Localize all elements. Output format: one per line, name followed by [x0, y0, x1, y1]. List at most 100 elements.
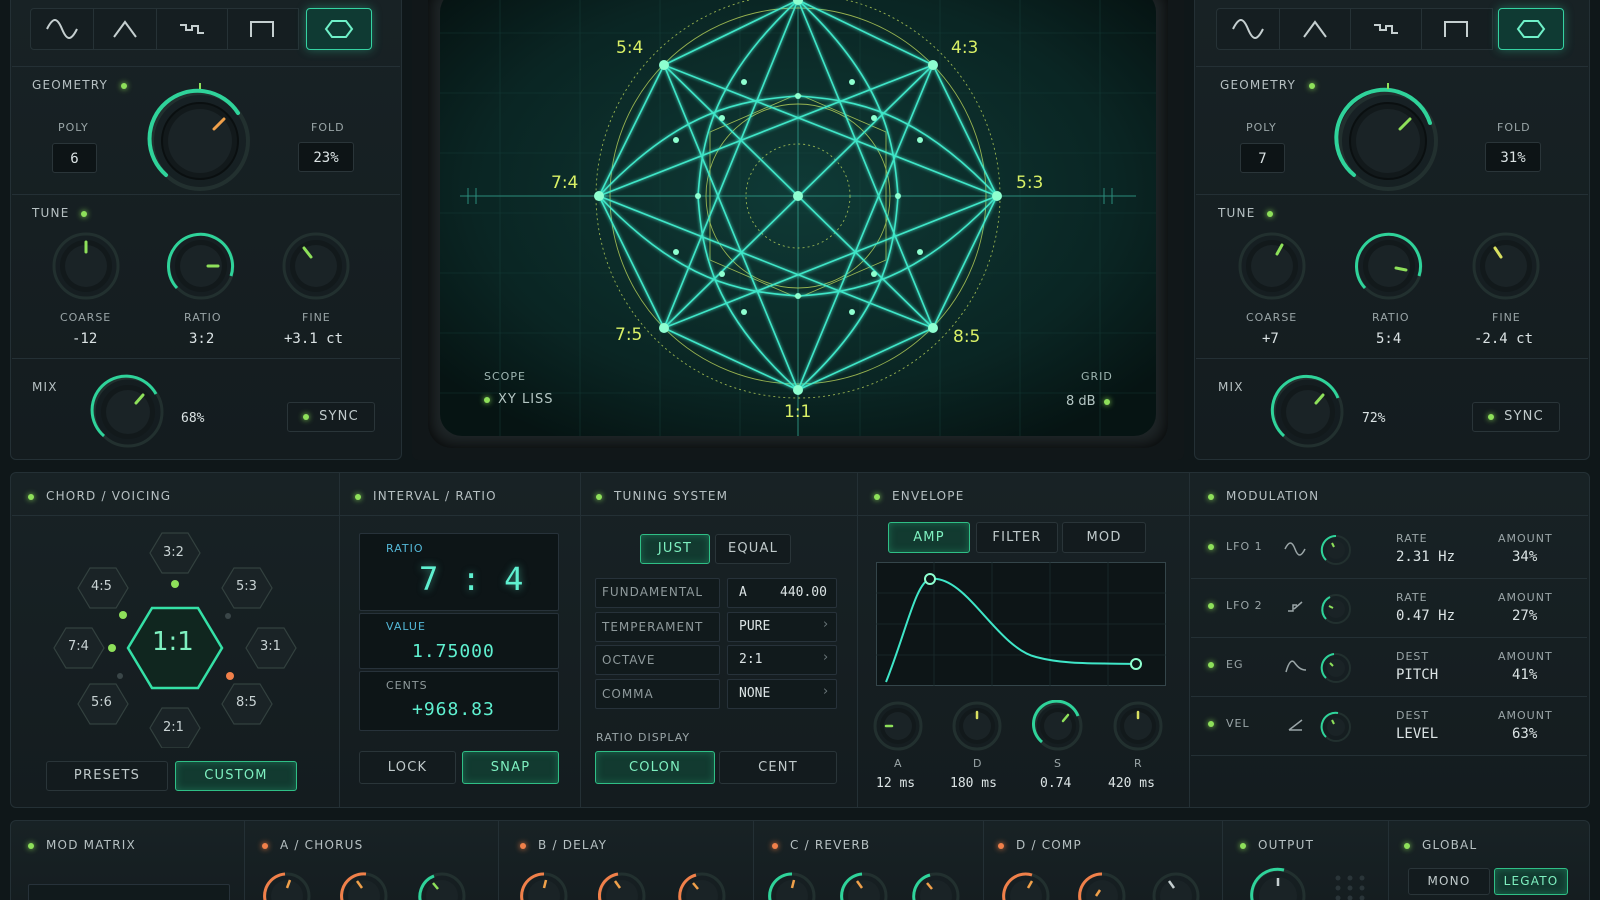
right-poly-value[interactable]: 7 — [1240, 143, 1285, 173]
interval-value-label: VALUE — [386, 620, 426, 633]
chord-hex-8-5[interactable]: 8:5 — [236, 695, 257, 710]
left-wave-sine-button[interactable] — [30, 8, 94, 50]
chord-hex-4-5[interactable]: 4:5 — [91, 579, 112, 594]
chord-hex-7-4[interactable]: 7:4 — [68, 639, 89, 654]
delay-knob-1[interactable] — [520, 870, 568, 900]
mod-eg-knob[interactable] — [1320, 652, 1352, 684]
tuning-equal-button[interactable]: EQUAL — [715, 534, 791, 564]
right-wave-hexagon-button[interactable] — [1498, 8, 1564, 50]
mod-row-divider-2 — [1191, 637, 1587, 638]
right-wave-step-button[interactable] — [1350, 8, 1422, 50]
ratio-display-cent-button[interactable]: CENT — [719, 751, 837, 784]
mod-lfo2-knob[interactable] — [1320, 593, 1352, 625]
triangle-icon — [1303, 20, 1327, 38]
global-led — [1404, 842, 1410, 849]
chord-presets-button[interactable]: PRESETS — [46, 761, 168, 791]
mod-vel-knob[interactable] — [1320, 711, 1352, 743]
delay-knob-2[interactable] — [598, 870, 646, 900]
output-volume-knob[interactable] — [1250, 866, 1306, 900]
mod-lfo2-v2: 27% — [1512, 608, 1538, 624]
envelope-tab-filter[interactable]: FILTER — [976, 522, 1058, 553]
left-geometry-knob[interactable] — [146, 83, 254, 191]
chorus-knob-2[interactable] — [340, 870, 388, 900]
left-wave-square-button[interactable] — [227, 8, 299, 50]
mod-matrix-title: MOD MATRIX — [28, 838, 136, 852]
ratio-display-colon-button[interactable]: COLON — [595, 751, 715, 784]
comp-knob-3[interactable] — [1152, 870, 1200, 900]
envelope-release-knob[interactable] — [1112, 700, 1164, 752]
mod-row-eg-name[interactable]: EG — [1208, 658, 1243, 671]
right-coarse-knob[interactable] — [1236, 230, 1308, 302]
right-geometry-knob[interactable] — [1334, 83, 1442, 191]
reverb-knob-2[interactable] — [840, 870, 888, 900]
mod-lfo1-v2: 34% — [1512, 549, 1538, 565]
left-divider-2 — [12, 194, 400, 195]
scope-ratio-label-4-3: 4:3 — [951, 38, 979, 58]
chorus-knob-1[interactable] — [263, 870, 311, 900]
left-wave-hexagon-button[interactable] — [306, 8, 372, 50]
interval-lock-button[interactable]: LOCK — [359, 751, 456, 784]
left-fine-knob[interactable] — [280, 230, 352, 302]
output-title: OUTPUT — [1240, 838, 1314, 852]
comp-knob-1[interactable] — [1002, 870, 1050, 900]
chord-hex-3-1[interactable]: 3:1 — [260, 639, 281, 654]
tuning-comma-value: NONE — [739, 686, 771, 701]
left-ratio-value: 3:2 — [189, 331, 215, 347]
right-wave-sine-button[interactable] — [1216, 8, 1280, 50]
chord-hex-2-1[interactable]: 2:1 — [163, 720, 184, 735]
left-poly-label: POLY — [58, 121, 89, 134]
global-legato-button[interactable]: LEGATO — [1494, 868, 1568, 895]
reverb-knob-3[interactable] — [912, 870, 960, 900]
envelope-tab-mod[interactable]: MOD — [1062, 522, 1146, 553]
chord-hex-5-6[interactable]: 5:6 — [91, 695, 112, 710]
left-ratio-knob[interactable] — [165, 230, 237, 302]
left-mix-value: 68% — [181, 411, 205, 426]
chord-custom-button[interactable]: CUSTOM — [175, 761, 297, 791]
right-divider-1 — [1196, 66, 1588, 67]
left-poly-value[interactable]: 6 — [52, 143, 97, 173]
right-ratio-knob[interactable] — [1353, 230, 1425, 302]
delay-led — [520, 842, 526, 849]
mod-matrix-grid[interactable] — [28, 884, 230, 900]
mod-row-lfo1-name[interactable]: LFO 1 — [1208, 540, 1263, 553]
envelope-tab-amp[interactable]: AMP — [888, 522, 970, 553]
chord-hex-5-3[interactable]: 5:3 — [236, 579, 257, 594]
mod-row-lfo2-name[interactable]: LFO 2 — [1208, 599, 1263, 612]
envelope-attack-knob[interactable] — [872, 700, 924, 752]
chorus-knob-3[interactable] — [418, 870, 466, 900]
left-sync-button[interactable]: SYNC — [287, 402, 375, 432]
chord-hex-3-2[interactable]: 3:2 — [163, 545, 184, 560]
right-wave-square-button[interactable] — [1421, 8, 1493, 50]
left-mix-knob[interactable] — [90, 374, 166, 450]
delay-knob-3[interactable] — [678, 870, 726, 900]
left-fold-value[interactable]: 23% — [298, 142, 354, 172]
envelope-sustain-knob[interactable] — [1032, 700, 1084, 752]
right-fine-knob[interactable] — [1470, 230, 1542, 302]
envelope-graph[interactable] — [876, 562, 1166, 686]
comp-title: D / COMP — [998, 838, 1082, 852]
interval-snap-button[interactable]: SNAP — [462, 751, 559, 784]
right-wave-triangle-button[interactable] — [1279, 8, 1351, 50]
right-mix-value: 72% — [1362, 411, 1386, 426]
right-sync-button[interactable]: SYNC — [1472, 402, 1560, 432]
global-mono-button[interactable]: MONO — [1408, 868, 1490, 895]
global-title: GLOBAL — [1404, 838, 1477, 852]
sine-icon — [1284, 542, 1306, 556]
scope-ratio-label-8-5: 8:5 — [953, 327, 981, 347]
right-sync-led — [1488, 413, 1495, 420]
comp-knob-2[interactable] — [1078, 870, 1126, 900]
grid-value[interactable]: 8 dB — [1066, 394, 1110, 409]
mod-row-vel-name[interactable]: VEL — [1208, 717, 1250, 730]
right-mix-knob[interactable] — [1270, 374, 1346, 450]
reverb-knob-1[interactable] — [768, 870, 816, 900]
left-wave-triangle-button[interactable] — [93, 8, 157, 50]
envelope-decay-knob[interactable] — [951, 700, 1003, 752]
left-coarse-knob[interactable] — [50, 230, 122, 302]
scope-mode[interactable]: XY LISS — [484, 392, 554, 407]
divider-envelope-mod — [1189, 473, 1190, 807]
chord-center-root[interactable]: 1:1 — [152, 627, 194, 657]
tuning-just-button[interactable]: JUST — [640, 534, 710, 564]
mod-lfo1-knob[interactable] — [1320, 534, 1352, 566]
left-wave-step-button[interactable] — [156, 8, 228, 50]
right-fold-value[interactable]: 31% — [1485, 142, 1541, 172]
